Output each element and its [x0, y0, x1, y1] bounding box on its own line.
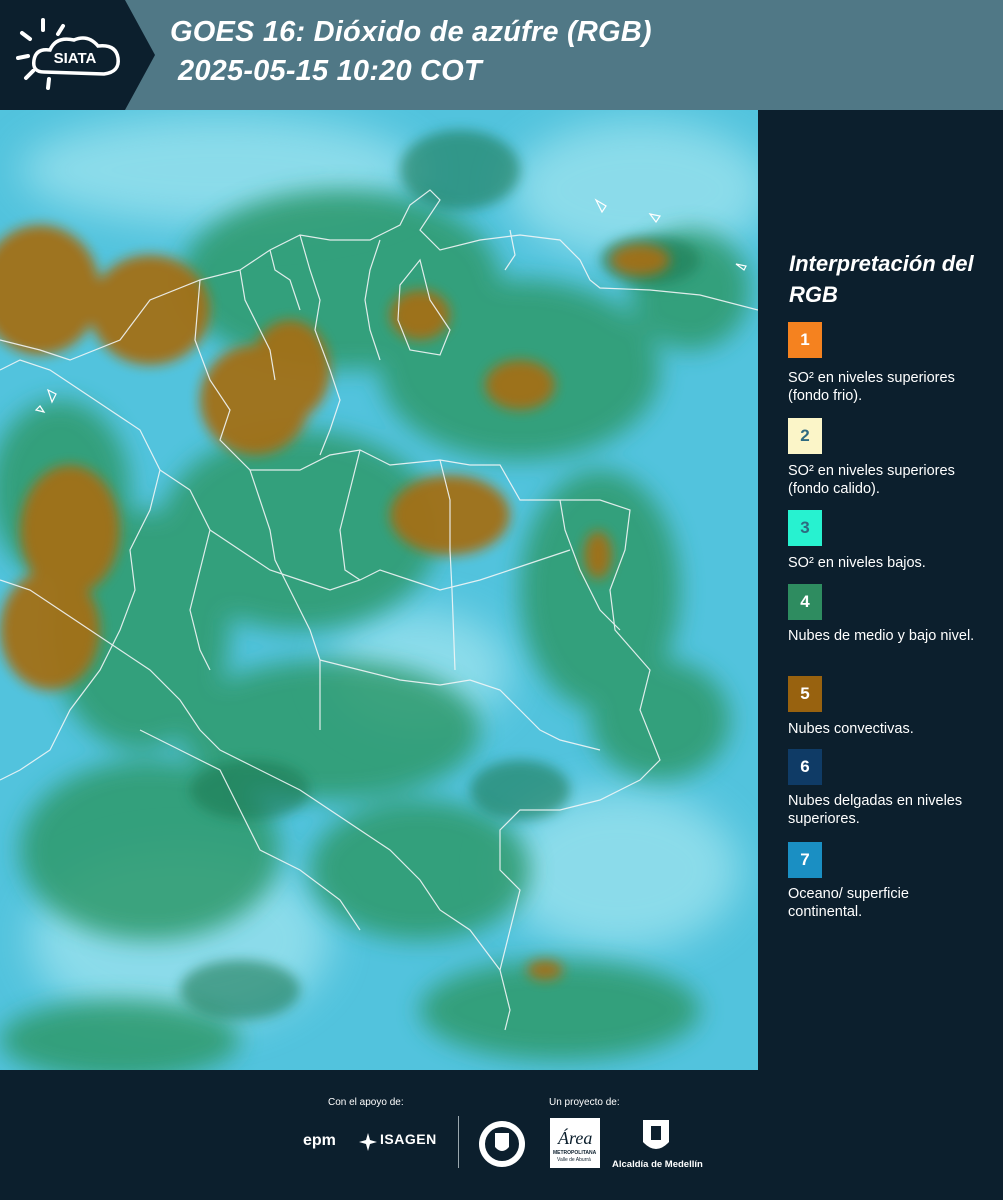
legend-swatch-7: 7: [788, 842, 822, 878]
legend-swatch-number: 6: [800, 757, 810, 776]
legend-item-text-1: SO² en niveles superiores (fondo frio).: [788, 370, 955, 404]
legend-swatch-5: 5: [788, 676, 822, 712]
legend-panel: Interpretación del RGB 1 SO² en niveles …: [760, 110, 1003, 1070]
legend-item-text-2: SO² en niveles superiores (fondo calido)…: [788, 463, 955, 497]
legend-swatch-number: 7: [800, 850, 810, 869]
legend-swatch-number: 5: [800, 684, 810, 703]
page-timestamp: 2025-05-15 10:20 COT: [178, 55, 482, 87]
area-logo-sub: METROPOLITANA: [553, 1150, 597, 1156]
legend-swatch-number: 4: [800, 592, 810, 611]
legend-swatch-4: 4: [788, 584, 822, 620]
legend-item-text-5: Nubes convectivas.: [788, 721, 914, 737]
isagen-logo: ISAGEN: [380, 1131, 437, 1147]
project-label: Un proyecto de:: [549, 1097, 620, 1108]
medellin-seal-icon: [479, 1121, 525, 1167]
legend-swatch-number: 1: [800, 330, 810, 349]
page-title: GOES 16: Dióxido de azúfre (RGB): [170, 16, 652, 48]
footer: Con el apoyo de: Un proyecto de: epm ISA…: [0, 1070, 1003, 1200]
support-label: Con el apoyo de:: [328, 1097, 404, 1108]
alcaldia-shield-icon: [643, 1120, 669, 1149]
alcaldia-label: Alcaldía de Medellín: [612, 1159, 703, 1170]
legend-item-text-6: Nubes delgadas en niveles superiores.: [788, 793, 963, 827]
epm-logo: epm: [303, 1132, 336, 1149]
satellite-map: [0, 110, 758, 1070]
siata-logo-background: SIATA: [0, 0, 155, 110]
legend-swatch-6: 6: [788, 749, 822, 785]
legend-item-text-7: Oceano/ superficie continental.: [788, 886, 909, 920]
legend-swatch-number: 2: [800, 426, 810, 445]
legend-swatch-number: 3: [800, 518, 810, 537]
area-logo-text: Área: [558, 1128, 593, 1148]
area-logo-sub2: Valle de Aburrá: [557, 1157, 591, 1163]
siata-logo-text: SIATA: [54, 50, 97, 67]
legend-swatch-3: 3: [788, 510, 822, 546]
header-bar: SIATA GOES 16: Dióxido de azúfre (RGB) 2…: [0, 0, 1003, 110]
satellite-image: [0, 110, 758, 1070]
legend-swatch-2: 2: [788, 418, 822, 454]
legend-item-text-3: SO² en niveles bajos.: [788, 555, 926, 571]
footer-divider: [458, 1116, 459, 1168]
isagen-star-icon: [359, 1133, 377, 1151]
area-metropolitana-logo: Área METROPOLITANA Valle de Aburrá: [550, 1118, 600, 1168]
legend-title: Interpretación del RGB: [789, 251, 974, 307]
legend-swatch-1: 1: [788, 322, 822, 358]
legend-item-text-4: Nubes de medio y bajo nivel.: [788, 628, 975, 644]
